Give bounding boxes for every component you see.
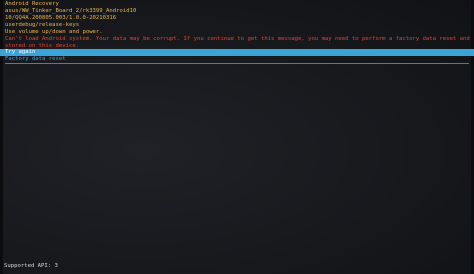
- device-build-line: asus/WW_Tinker_Board_2/rk3399_Android10: [5, 8, 137, 14]
- warning-message-line-1: Can't load Android system. Your data may…: [5, 36, 470, 42]
- menu-item-try-again[interactable]: Try again: [0, 49, 474, 56]
- supported-api-text: Supported API: 3: [4, 263, 58, 269]
- menu-item-factory-data-reset[interactable]: Factory data reset: [0, 56, 474, 63]
- recovery-header: Android Recovery asus/WW_Tinker_Board_2/…: [5, 1, 471, 50]
- recovery-menu: Try again Factory data reset: [0, 49, 474, 64]
- build-type-line: userdebug/release-keys: [5, 22, 80, 28]
- build-version-line: 10/QQ4A.200805.003/1.0.0-20210316: [5, 15, 117, 21]
- instructions-line: Use volume up/down and power.: [5, 29, 103, 35]
- recovery-screen: Android Recovery asus/WW_Tinker_Board_2/…: [0, 0, 474, 274]
- screen-bezel-left: [0, 0, 3, 274]
- recovery-title: Android Recovery: [5, 1, 59, 7]
- menu-divider: [5, 63, 469, 64]
